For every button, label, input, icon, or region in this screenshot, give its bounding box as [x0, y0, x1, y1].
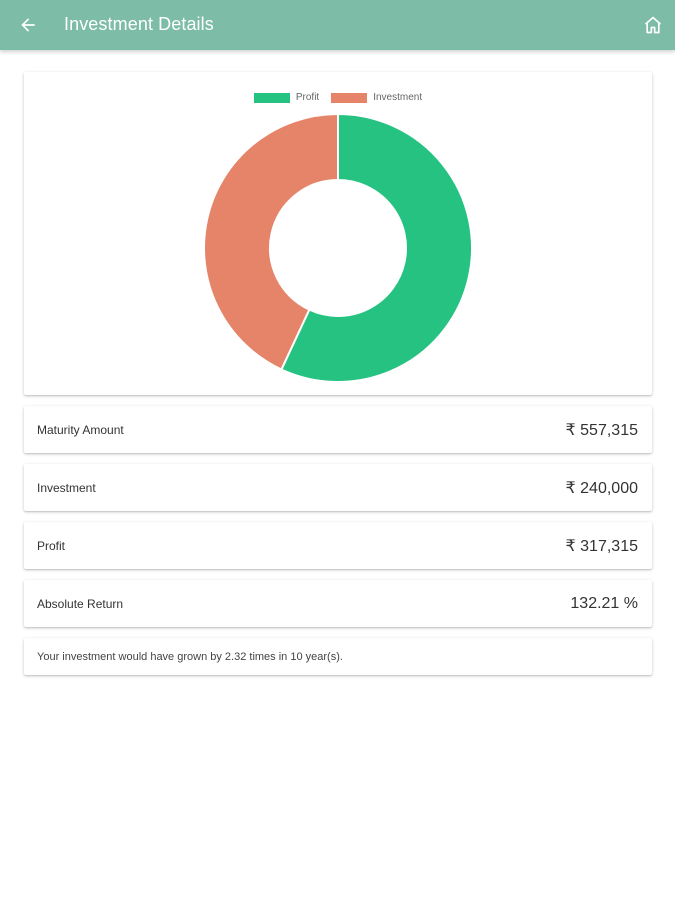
- maturity-amount-label: Maturity Amount: [37, 422, 124, 437]
- investment-label: Investment: [37, 480, 96, 495]
- detail-row: Investment ₹ 240,000: [24, 464, 652, 511]
- summary-card: Your investment would have grown by 2.32…: [24, 638, 652, 675]
- detail-row: Absolute Return 132.21 %: [24, 580, 652, 627]
- back-button[interactable]: [12, 9, 44, 41]
- arrow-left-icon: [21, 18, 35, 32]
- growth-summary: Your investment would have grown by 2.32…: [37, 650, 343, 663]
- home-icon: [644, 16, 662, 34]
- home-button[interactable]: [639, 11, 667, 39]
- absolute-return-value: 132.21 %: [570, 594, 638, 612]
- investment-value: ₹ 240,000: [565, 479, 638, 497]
- profit-label: Profit: [37, 538, 66, 553]
- absolute-return-label: Absolute Return: [37, 596, 124, 611]
- donut-chart: [203, 112, 473, 383]
- detail-row: Profit ₹ 317,315: [24, 522, 652, 569]
- page-title: Investment Details: [64, 14, 214, 34]
- profit-value: ₹ 317,315: [565, 537, 638, 555]
- app-bar: Investment Details: [0, 0, 675, 50]
- detail-row: Maturity Amount ₹ 557,315: [24, 406, 652, 453]
- maturity-amount-value: ₹ 557,315: [565, 421, 638, 439]
- chart-card: Profit Investment: [24, 72, 652, 395]
